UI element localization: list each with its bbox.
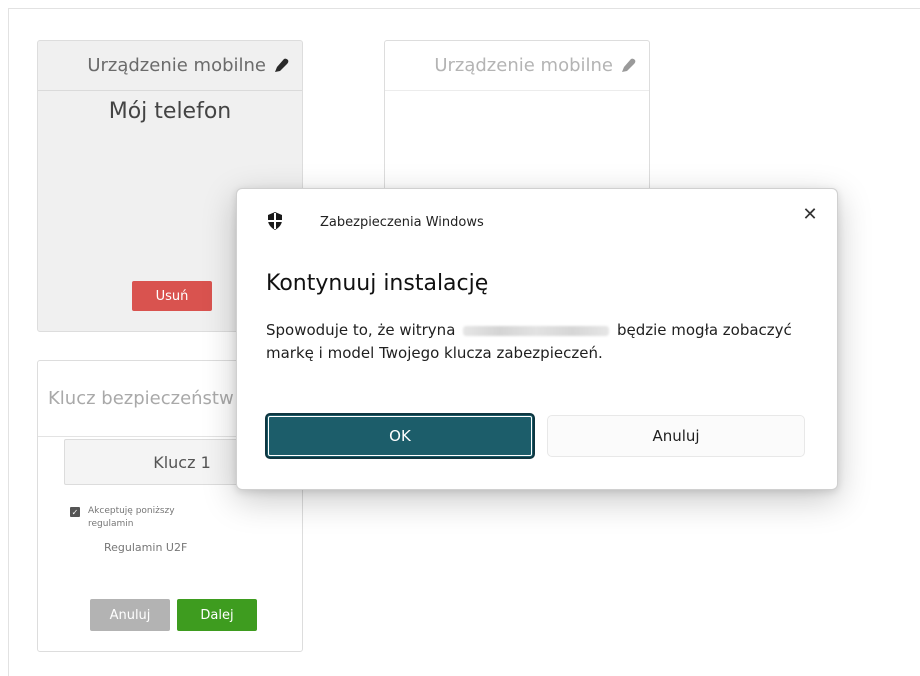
cancel-button[interactable]: Anuluj bbox=[547, 415, 805, 457]
dialog-app-name: Zabezpieczenia Windows bbox=[320, 215, 484, 230]
dialog-title: Kontynuuj instalację bbox=[266, 271, 489, 296]
remove-device-button[interactable]: Usuń bbox=[132, 281, 212, 311]
ok-button[interactable]: OK bbox=[265, 413, 535, 459]
terms-link[interactable]: Regulamin U2F bbox=[104, 541, 187, 554]
dialog-message: Spowoduje to, że witryna będzie mogła zo… bbox=[266, 319, 806, 365]
key-next-button[interactable]: Dalej bbox=[177, 599, 257, 631]
mobile-device-card-header: Urządzenie mobilne bbox=[38, 41, 302, 91]
shield-icon bbox=[266, 211, 284, 235]
dialog-message-start: Spowoduje to, że witryna bbox=[266, 321, 456, 339]
pencil-icon[interactable] bbox=[619, 57, 637, 75]
device-name: Mój telefon bbox=[108, 99, 232, 124]
mobile-device-card-title: Urządzenie mobilne bbox=[87, 55, 266, 76]
mobile-device-card-2-header: Urządzenie mobilne bbox=[385, 41, 649, 91]
close-icon[interactable]: ✕ bbox=[797, 201, 823, 227]
pencil-icon[interactable] bbox=[272, 57, 290, 75]
mobile-device-card-2-title: Urządzenie mobilne bbox=[434, 55, 613, 76]
key-cancel-button[interactable]: Anuluj bbox=[90, 599, 170, 631]
redacted-website-name bbox=[463, 325, 610, 336]
accept-terms-checkbox[interactable]: ✓ bbox=[70, 507, 80, 517]
windows-security-dialog: Zabezpieczenia Windows ✕ Kontynuuj insta… bbox=[236, 188, 838, 490]
mobile-device-card-2: Urządzenie mobilne bbox=[384, 40, 650, 202]
accept-terms-label: Akceptuję poniższy regulamin bbox=[88, 506, 175, 529]
